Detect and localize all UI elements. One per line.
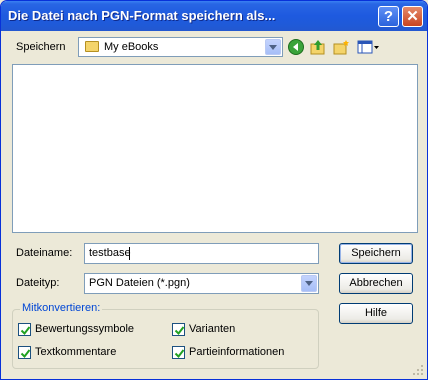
help-button[interactable]: Hilfe	[339, 303, 413, 324]
save-button[interactable]: Speichern	[339, 243, 413, 264]
help-title-button[interactable]: ?	[378, 6, 399, 27]
convert-options-group	[12, 309, 319, 369]
filetype-value: PGN Dateien (*.pgn)	[89, 277, 190, 289]
save-in-combo[interactable]: My eBooks	[78, 37, 283, 57]
chevron-down-icon[interactable]	[265, 39, 281, 55]
close-button[interactable]: ✕	[402, 6, 423, 27]
window-title: Die Datei nach PGN-Format speichern als.…	[8, 8, 276, 23]
checkbox-label: Partieinformationen	[189, 346, 285, 358]
title-bar[interactable]: Die Datei nach PGN-Format speichern als.…	[1, 1, 427, 31]
save-dialog: Die Datei nach PGN-Format speichern als.…	[0, 0, 428, 380]
resize-grip-icon[interactable]	[412, 364, 424, 376]
folder-icon	[85, 41, 99, 52]
up-folder-icon[interactable]	[309, 38, 327, 56]
save-in-label: Speichern	[16, 41, 66, 53]
file-list[interactable]	[12, 64, 418, 233]
save-in-folder: My eBooks	[104, 41, 159, 53]
text-caret	[129, 247, 130, 260]
checkbox-icon[interactable]	[172, 346, 185, 359]
filetype-select[interactable]: PGN Dateien (*.pgn)	[84, 273, 319, 294]
group-title: Mitkonvertieren:	[20, 302, 103, 314]
cancel-button[interactable]: Abbrechen	[339, 273, 413, 294]
views-menu-icon[interactable]	[357, 38, 381, 56]
checkbox-label: Varianten	[189, 323, 236, 335]
filename-input[interactable]: testbase	[84, 243, 319, 264]
checkbox-label: Textkommentare	[35, 346, 117, 358]
filename-label: Dateiname:	[16, 247, 73, 259]
back-icon[interactable]	[287, 38, 305, 56]
checkbox-icon[interactable]	[18, 323, 31, 336]
filetype-label: Dateityp:	[16, 277, 60, 289]
checkbox-icon[interactable]	[172, 323, 185, 336]
chevron-down-icon[interactable]	[301, 275, 317, 292]
checkbox-icon[interactable]	[18, 346, 31, 359]
checkbox-label: Bewertungssymbole	[35, 323, 135, 335]
filename-value: testbase	[89, 247, 131, 259]
new-folder-icon[interactable]	[332, 38, 350, 56]
